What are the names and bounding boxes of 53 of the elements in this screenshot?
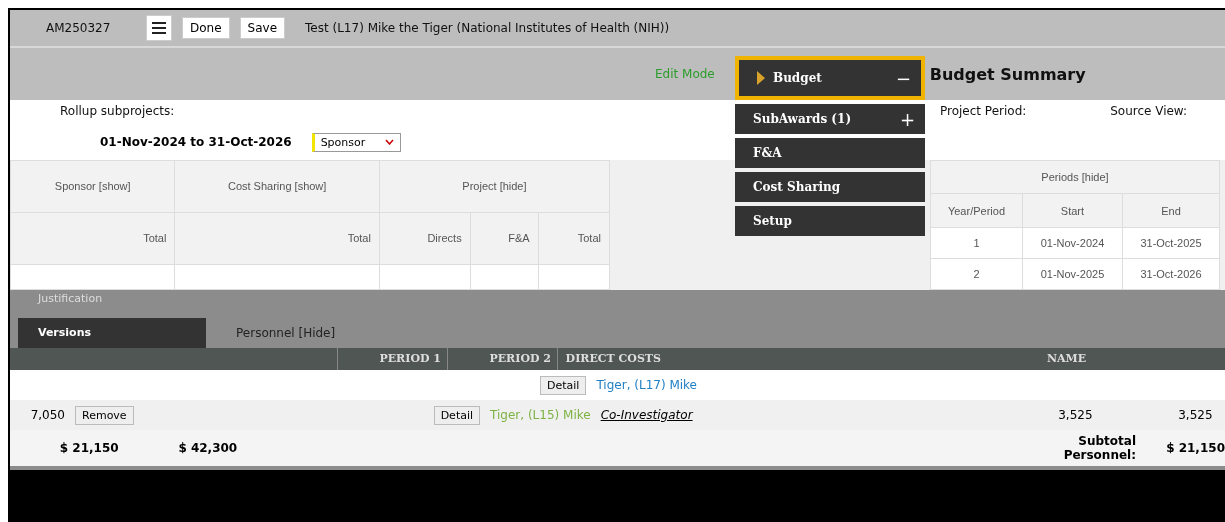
- role-cell: Co-Investigator: [600, 408, 693, 422]
- column-header: Total: [10, 212, 175, 265]
- project-period: 01-Nov-2024 to 31-Oct-2026: [100, 134, 292, 149]
- table-cell: 01-Nov-2024: [1022, 227, 1123, 259]
- menu-item[interactable]: Cost Sharing: [735, 172, 925, 202]
- table-cell: 31-Oct-2025: [1122, 227, 1220, 259]
- total-cell-text: $ 42,300: [177, 441, 238, 455]
- caret-icon: [385, 139, 395, 145]
- column-header: End: [1122, 194, 1220, 228]
- column-group-header[interactable]: Cost Sharing [show]: [174, 160, 380, 213]
- column-group-header[interactable]: Sponsor [show]: [10, 160, 175, 213]
- menu-item[interactable]: SubAwards (1) +: [735, 104, 925, 134]
- menu-item[interactable]: F&A: [735, 138, 925, 168]
- total-label: Subtotal Personnel:: [1062, 434, 1136, 462]
- amount-cell-text: 7,050: [29, 408, 65, 422]
- column-group-header[interactable]: Project [hide]: [379, 160, 610, 213]
- table-header: PERIOD 1 PERIOD 2 DIRECT COSTS NAME: [10, 348, 1225, 370]
- amount-cell-text: 3,525: [1177, 408, 1213, 422]
- column-header: Total: [538, 212, 610, 265]
- column-group-header[interactable]: Periods [hide]: [930, 160, 1220, 194]
- detail-button[interactable]: Detail: [540, 375, 587, 395]
- menu-button[interactable]: [146, 15, 172, 41]
- person-link[interactable]: Tiger, (L17) Mike: [596, 378, 697, 392]
- record-id: AM250327: [46, 21, 112, 35]
- mode-label: Edit Mode: [655, 67, 715, 81]
- table-cell: 01-Nov-2025: [1022, 258, 1123, 290]
- detail-button[interactable]: Detail: [433, 405, 481, 425]
- section-title[interactable]: Personnel [Hide]: [236, 326, 336, 348]
- column-header: Directs: [379, 212, 471, 265]
- column-header: Start: [1022, 194, 1123, 228]
- proposal-title: Test (L17) Mike the Tiger (National Institutes of Health (NIH)): [305, 21, 670, 35]
- caret-icon: [757, 71, 765, 85]
- menu-item[interactable]: Budget −: [735, 56, 925, 100]
- column-header: F&A: [470, 212, 539, 265]
- total-cell-text: $ 21,150: [1165, 441, 1225, 455]
- field-label: Rollup subprojects:: [60, 104, 175, 118]
- menu-item[interactable]: Setup: [735, 206, 925, 236]
- menu-item[interactable]: Versions: [18, 318, 206, 348]
- header-button[interactable]: Done: [182, 17, 230, 39]
- field-label: Justification: [38, 292, 103, 305]
- total-cell-text: $ 21,150: [58, 441, 119, 455]
- table-cell: 2: [930, 258, 1023, 290]
- column-header: Year/Period: [930, 194, 1023, 228]
- field-label: Source View:: [1110, 104, 1188, 118]
- header-button[interactable]: Save: [239, 17, 286, 39]
- amount-cell-text: 3,525: [1057, 408, 1093, 422]
- table-cell: 31-Oct-2026: [1122, 258, 1220, 290]
- remove-button[interactable]: Remove: [75, 405, 134, 425]
- section-heading: Budget Summary: [929, 64, 1086, 84]
- table-cell: 1: [930, 227, 1023, 259]
- field-label: Project Period:: [940, 104, 1027, 118]
- column-header: Total: [174, 212, 380, 265]
- view-select[interactable]: Sponsor: [311, 132, 402, 152]
